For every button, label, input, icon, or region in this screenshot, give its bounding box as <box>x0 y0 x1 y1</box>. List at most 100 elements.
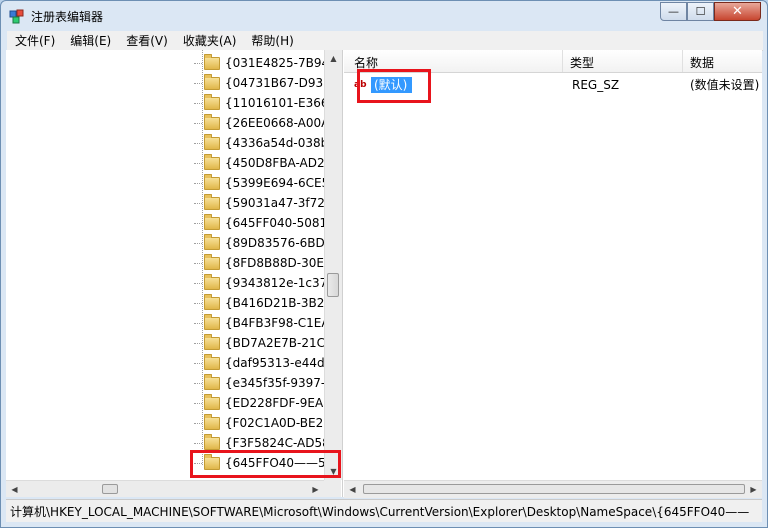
column-header-type[interactable]: 类型 <box>570 54 594 71</box>
tree-item[interactable]: {BD7A2E7B-21CB <box>194 333 324 353</box>
tree-item[interactable]: {B416D21B-3B22 <box>194 293 324 313</box>
tree-connector <box>194 82 202 84</box>
tree-connector <box>194 262 202 264</box>
tree-item-label: {26EE0668-A00A- <box>225 116 324 130</box>
scroll-left-arrow-icon[interactable]: ◀ <box>6 481 23 497</box>
column-divider[interactable] <box>562 50 563 72</box>
registry-values-pane: 名称 类型 数据 ab (默认) REG_SZ (数值未设置) ◀ ▶ <box>344 50 762 498</box>
menu-favorites[interactable]: 收藏夹(A) <box>175 32 244 49</box>
title-bar: 注册表编辑器 — ☐ ✕ <box>1 1 767 31</box>
scroll-right-arrow-icon[interactable]: ▶ <box>307 481 324 497</box>
folder-icon <box>204 213 220 230</box>
folder-icon <box>204 393 220 410</box>
tree-connector <box>194 122 202 124</box>
folder-icon <box>204 253 220 270</box>
tree-item-label: {89D83576-6BD1 <box>225 236 324 250</box>
tree-item[interactable]: {89D83576-6BD1 <box>194 233 324 253</box>
tree-item[interactable]: {645FF040-5081-1 <box>194 213 324 233</box>
tree-item[interactable]: {F02C1A0D-BE21- <box>194 413 324 433</box>
highlight-box-default-value <box>357 69 431 103</box>
status-bar: 计算机\HKEY_LOCAL_MACHINE\SOFTWARE\Microsof… <box>6 499 762 522</box>
tree-connector <box>194 442 202 444</box>
column-divider[interactable] <box>682 50 683 72</box>
tree-item-label: {F02C1A0D-BE21- <box>225 416 324 430</box>
tree-connector <box>194 182 202 184</box>
close-icon: ✕ <box>732 4 743 19</box>
tree-connector <box>194 322 202 324</box>
menu-file[interactable]: 文件(F) <box>7 32 62 49</box>
menu-edit[interactable]: 编辑(E) <box>62 32 118 49</box>
tree-connector <box>194 202 202 204</box>
tree-item-label: {e345f35f-9397-4 <box>225 376 324 390</box>
tree-item-label: {4336a54d-038b- <box>225 136 324 150</box>
value-type-cell: REG_SZ <box>572 78 620 92</box>
column-header-data[interactable]: 数据 <box>690 54 714 71</box>
folder-icon <box>204 173 220 190</box>
tree-item[interactable]: {ED228FDF-9EA8- <box>194 393 324 413</box>
folder-icon <box>204 353 220 370</box>
tree-item[interactable]: {8FD8B88D-30E1- <box>194 253 324 273</box>
scrollbar-corner <box>324 480 341 497</box>
tree-item[interactable]: {59031a47-3f72-4 <box>194 193 324 213</box>
tree-item-label: {04731B67-D933- <box>225 76 324 90</box>
values-horizontal-scrollbar[interactable]: ◀ ▶ <box>344 480 762 498</box>
close-button[interactable]: ✕ <box>714 2 761 21</box>
maximize-icon: ☐ <box>695 5 706 18</box>
menu-help[interactable]: 帮助(H) <box>243 32 300 49</box>
status-path: 计算机\HKEY_LOCAL_MACHINE\SOFTWARE\Microsof… <box>10 504 750 519</box>
tree-item[interactable]: {031E4825-7B94- <box>194 53 324 73</box>
tree-item[interactable]: {e345f35f-9397-4 <box>194 373 324 393</box>
tree-connector <box>194 342 202 344</box>
minimize-button[interactable]: — <box>660 2 687 21</box>
folder-icon <box>204 113 220 130</box>
regedit-app-icon <box>9 8 25 24</box>
values-horizontal-scroll-thumb[interactable] <box>363 484 745 494</box>
tree-item[interactable]: {9343812e-1c37-4 <box>194 273 324 293</box>
tree-vertical-scrollbar[interactable]: ▲ ▼ <box>324 50 342 480</box>
tree-item[interactable]: {4336a54d-038b- <box>194 133 324 153</box>
tree-item[interactable]: {5399E694-6CE5- <box>194 173 324 193</box>
scroll-left-arrow-icon[interactable]: ◀ <box>344 481 361 498</box>
folder-icon <box>204 133 220 150</box>
tree-connector <box>194 62 202 64</box>
tree-item[interactable]: {04731B67-D933- <box>194 73 324 93</box>
tree-item-label: {B4FB3F98-C1EA- <box>225 316 324 330</box>
tree-item-label: {031E4825-7B94- <box>225 56 324 70</box>
folder-icon <box>204 153 220 170</box>
folder-icon <box>204 373 220 390</box>
tree-connector <box>194 222 202 224</box>
tree-horizontal-scrollbar[interactable]: ◀ ▶ <box>6 480 324 497</box>
scroll-right-arrow-icon[interactable]: ▶ <box>745 481 762 498</box>
tree-item-label: {450D8FBA-AD25 <box>225 156 324 170</box>
folder-icon <box>204 53 220 70</box>
registry-tree-pane: {031E4825-7B94- {04731B67-D933- {11016101-… <box>6 50 343 497</box>
folder-icon <box>204 313 220 330</box>
tree-item-label: {F3F5824C-AD58- <box>225 436 324 450</box>
tree-item[interactable]: {26EE0668-A00A- <box>194 113 324 133</box>
menu-bar: 文件(F) 编辑(E) 查看(V) 收藏夹(A) 帮助(H) <box>7 31 763 51</box>
tree-connector <box>194 162 202 164</box>
scroll-up-arrow-icon[interactable]: ▲ <box>325 50 342 67</box>
minimize-icon: — <box>668 5 679 18</box>
menu-view[interactable]: 查看(V) <box>118 32 175 49</box>
tree-item-label: {645FF040-5081-1 <box>225 216 324 230</box>
tree-horizontal-scroll-thumb[interactable] <box>102 484 118 494</box>
tree-vertical-scroll-thumb[interactable] <box>327 273 339 297</box>
tree-item-label: {8FD8B88D-30E1- <box>225 256 324 270</box>
tree-item-label: {9343812e-1c37-4 <box>225 276 324 290</box>
tree-connector <box>194 142 202 144</box>
maximize-button[interactable]: ☐ <box>687 2 714 21</box>
tree-item[interactable]: {450D8FBA-AD25 <box>194 153 324 173</box>
window-title: 注册表编辑器 <box>31 10 104 24</box>
tree-item-label: {59031a47-3f72-4 <box>225 196 324 210</box>
tree-item[interactable]: {11016101-E366- <box>194 93 324 113</box>
folder-icon <box>204 273 220 290</box>
highlight-box-new-key <box>190 450 341 478</box>
tree-connector <box>194 302 202 304</box>
tree-connector <box>194 362 202 364</box>
tree-item-label: {B416D21B-3B22 <box>225 296 324 310</box>
tree-item-label: {11016101-E366- <box>225 96 324 110</box>
tree-item[interactable]: {B4FB3F98-C1EA- <box>194 313 324 333</box>
tree-item[interactable]: {daf95313-e44d-4 <box>194 353 324 373</box>
folder-icon <box>204 193 220 210</box>
